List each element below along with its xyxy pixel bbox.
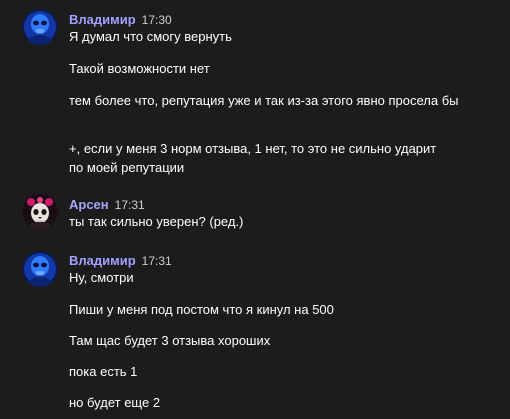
avatar-vladimir[interactable]	[22, 9, 58, 45]
message-text: Я думал что смогу вернуть	[69, 29, 232, 44]
blue-mask-icon	[22, 9, 58, 45]
message-text: Там щас будет 3 отзыва хороших	[69, 333, 271, 348]
skull-icon	[22, 194, 58, 230]
message-text: Такой возможности нет	[69, 61, 210, 76]
chat-log: Владимир 17:30 Я думал что смогу вернуть …	[0, 0, 510, 419]
message-text: но будет еще 2	[69, 395, 161, 410]
blue-mask-icon	[22, 251, 58, 287]
message-text: тем более что, репутация уже и так из-за…	[69, 93, 459, 108]
timestamp: 17:31	[114, 198, 145, 212]
avatar-vladimir[interactable]	[22, 251, 58, 287]
avatar-arsen[interactable]	[22, 194, 58, 230]
message-text: +, если у меня 3 норм отзыва, 1 нет, то …	[69, 141, 437, 175]
author-name[interactable]: Владимир	[69, 12, 136, 27]
timestamp: 17:31	[141, 254, 172, 268]
message-text: Ну, смотри	[69, 270, 134, 285]
message-text: пока есть 1	[69, 364, 138, 379]
author-name[interactable]: Арсен	[69, 197, 109, 212]
message-text: Пиши у меня под постом что я кинул на 50…	[69, 302, 334, 317]
author-name[interactable]: Владимир	[69, 253, 136, 268]
message-text: ты так сильно уверен? (ред.)	[69, 214, 244, 229]
timestamp: 17:30	[141, 13, 172, 27]
